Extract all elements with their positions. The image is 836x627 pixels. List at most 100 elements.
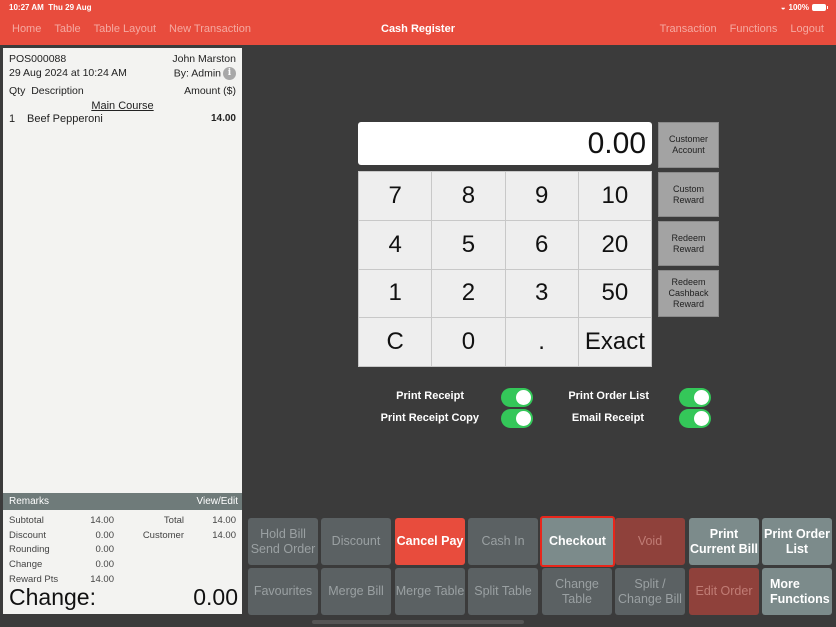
merge-bill-button[interactable]: Merge Bill	[321, 568, 391, 615]
print-receipt-label: Print Receipt	[396, 390, 464, 402]
total-value: 14.00	[212, 514, 236, 526]
amount-display: 0.00	[358, 122, 652, 165]
battery-icon	[812, 4, 828, 11]
discount-button[interactable]: Discount	[321, 518, 391, 565]
redeem-cashback-reward-button[interactable]: Redeem Cashback Reward	[658, 270, 719, 317]
total-label: Total	[163, 514, 184, 526]
status-right: ◒ 100%	[780, 3, 828, 12]
key-3[interactable]: 3	[505, 269, 578, 318]
item-qty: 1	[9, 113, 16, 125]
rounding-value: 0.00	[95, 544, 115, 556]
discount-value: 0.00	[95, 529, 115, 541]
print-current-bill-button[interactable]: Print Current Bill	[689, 518, 759, 565]
key-20[interactable]: 20	[578, 220, 651, 269]
key-clear[interactable]: C	[359, 318, 432, 366]
receipt-columns: Qty Description Amount ($)	[9, 85, 236, 97]
remarks-bar: Remarks View/Edit	[3, 493, 242, 510]
change-value: 0.00	[193, 584, 238, 610]
key-4[interactable]: 4	[359, 220, 432, 269]
key-50[interactable]: 50	[578, 269, 651, 318]
favourites-button[interactable]: Favourites	[248, 568, 318, 615]
totals-row: Subtotal 14.00 Total 14.00	[9, 513, 236, 528]
nav-table-layout[interactable]: Table Layout	[94, 23, 156, 35]
home-indicator[interactable]	[312, 620, 524, 624]
nav-right: Transaction Functions Logout	[660, 23, 824, 35]
course-header: Main Course	[91, 100, 154, 112]
nav-table[interactable]: Table	[54, 23, 80, 35]
print-order-list-button[interactable]: Print Order List	[762, 518, 832, 565]
key-decimal[interactable]: .	[505, 318, 578, 366]
print-receipt-copy-label: Print Receipt Copy	[380, 412, 479, 424]
key-0[interactable]: 0	[432, 318, 505, 366]
receipt-header-row1: POS000088 John Marston	[9, 53, 236, 65]
totals-section: Subtotal 14.00 Total 14.00 Discount 0.00…	[9, 513, 236, 587]
print-order-list-toggle[interactable]	[679, 388, 711, 407]
discount-label: Discount	[9, 529, 46, 541]
order-number: POS000088	[9, 53, 67, 65]
print-order-list-label: Print Order List	[568, 390, 649, 402]
battery-percent: 100%	[788, 3, 809, 12]
totals-row: Discount 0.00 Customer 14.00	[9, 528, 236, 543]
change-small-value: 0.00	[95, 559, 115, 571]
key-6[interactable]: 6	[505, 220, 578, 269]
void-button[interactable]: Void	[615, 518, 685, 565]
order-by-label: By: Admin	[173, 67, 221, 80]
split-change-bill-button[interactable]: Split / Change Bill	[615, 568, 685, 615]
customer-account-button[interactable]: Customer Account	[658, 122, 719, 168]
list-item[interactable]: 1 Beef Pepperoni 14.00	[9, 113, 236, 125]
numeric-keypad: 7 8 9 10 4 5 6 20 1 2 3 50 C 0 . Exact	[358, 171, 652, 367]
key-5[interactable]: 5	[432, 220, 505, 269]
change-label: Change:	[9, 584, 96, 610]
custom-reward-button[interactable]: Custom Reward	[658, 172, 719, 217]
customer-name: John Marston	[172, 53, 236, 65]
key-1[interactable]: 1	[359, 269, 432, 318]
order-datetime: 29 Aug 2024 at 10:24 AM	[9, 67, 127, 79]
cancel-pay-button[interactable]: Cancel Pay	[395, 518, 465, 565]
merge-table-button[interactable]: Merge Table	[395, 568, 465, 615]
nav-transaction[interactable]: Transaction	[660, 23, 717, 35]
status-date: Thu 29 Aug	[48, 3, 92, 12]
key-2[interactable]: 2	[432, 269, 505, 318]
key-8[interactable]: 8	[432, 172, 505, 220]
receipt-header-row2: 29 Aug 2024 at 10:24 AM By: Admin i	[9, 67, 236, 80]
checkout-button[interactable]: Checkout	[540, 516, 615, 567]
edit-order-button[interactable]: Edit Order	[689, 568, 759, 615]
nav-home[interactable]: Home	[12, 23, 41, 35]
item-description: Beef Pepperoni	[27, 113, 103, 125]
nav-functions[interactable]: Functions	[730, 23, 778, 35]
col-qty: Qty	[9, 85, 26, 97]
redeem-reward-button[interactable]: Redeem Reward	[658, 221, 719, 266]
change-small-label: Change	[9, 559, 43, 571]
key-9[interactable]: 9	[505, 172, 578, 220]
key-exact[interactable]: Exact	[578, 318, 651, 366]
customer-paid-label: Customer	[142, 529, 184, 541]
print-receipt-copy-toggle[interactable]	[501, 409, 533, 428]
cash-in-button[interactable]: Cash In	[468, 518, 538, 565]
nav-left: Home Table Table Layout New Transaction	[12, 23, 251, 35]
key-7[interactable]: 7	[359, 172, 432, 220]
customer-paid-value: 14.00	[212, 529, 236, 541]
remarks-view-edit-link[interactable]: View/Edit	[196, 496, 238, 507]
email-receipt-label: Email Receipt	[571, 412, 644, 424]
receipt-panel: POS000088 John Marston 29 Aug 2024 at 10…	[3, 48, 242, 614]
totals-row: Change 0.00	[9, 557, 236, 572]
key-10[interactable]: 10	[578, 172, 651, 220]
col-description: Description	[31, 85, 84, 97]
subtotal-value: 14.00	[90, 514, 114, 526]
nav-logout[interactable]: Logout	[790, 23, 824, 35]
totals-row: Rounding 0.00	[9, 543, 236, 558]
status-clock: 10:27 AM	[9, 3, 44, 12]
info-icon[interactable]: i	[223, 67, 236, 80]
email-receipt-toggle[interactable]	[679, 409, 711, 428]
split-table-button[interactable]: Split Table	[468, 568, 538, 615]
rounding-label: Rounding	[9, 544, 50, 556]
nav-new-transaction[interactable]: New Transaction	[169, 23, 251, 35]
status-time: 10:27 AM Thu 29 Aug	[9, 3, 92, 12]
print-receipt-toggle[interactable]	[501, 388, 533, 407]
more-functions-button[interactable]: More Functions	[762, 568, 832, 615]
change-table-button[interactable]: Change Table	[542, 568, 612, 615]
hold-bill-send-order-button[interactable]: Hold Bill Send Order	[248, 518, 318, 565]
wifi-icon: ◒	[780, 3, 786, 12]
subtotal-label: Subtotal	[9, 514, 44, 526]
change-summary: Change: 0.00	[9, 584, 238, 611]
